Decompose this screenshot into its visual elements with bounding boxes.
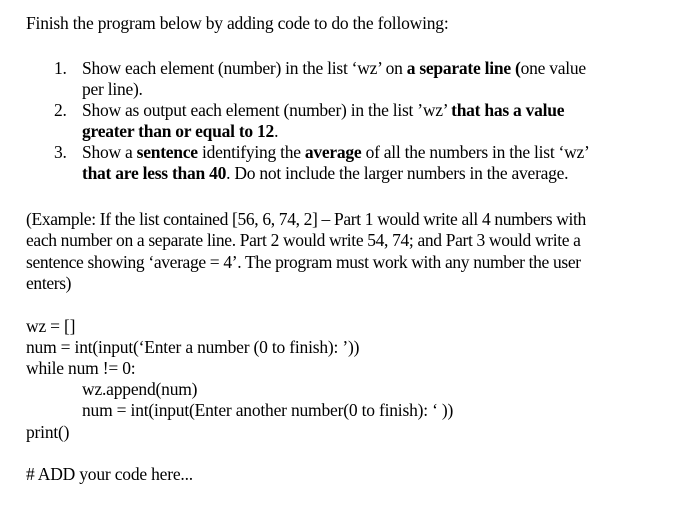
task-emphasis: that has a value (451, 100, 565, 120)
task-emphasis: sentence (136, 142, 198, 162)
code-line: print() (26, 422, 70, 442)
intro-text: Finish the program below by adding code … (26, 13, 449, 33)
task-number: 2. (54, 100, 67, 120)
task-number: 3. (54, 142, 67, 162)
code-line: num = int(input(Enter another number(0 t… (82, 400, 454, 420)
task-text: Show a (82, 142, 137, 162)
task-line: Show as output each element (number) in … (82, 100, 686, 121)
task-line: that are less than 40. Do not include th… (82, 163, 686, 184)
code-line: wz = [] (26, 316, 76, 336)
example-line: enters) (26, 272, 72, 293)
example-paragraph: (Example: If the list contained [56, 6, … (26, 209, 691, 294)
example-line: sentence showing ‘average = 4’. The prog… (26, 251, 581, 272)
code-line: num = int(input(‘Enter a number (0 to fi… (26, 337, 360, 357)
document-page: Finish the program below by adding code … (0, 0, 695, 506)
task-emphasis: average (304, 142, 362, 162)
task-line: greater than or equal to 12. (82, 121, 686, 142)
example-line: each number on a separate line. Part 2 w… (26, 230, 581, 251)
task-text: Show as output each element (number) in … (82, 100, 452, 120)
code-line: wz.append(num) (82, 379, 198, 399)
task-text: identifying the (197, 142, 305, 162)
code-line: while num != 0: (26, 358, 136, 378)
code-comment: # ADD your code here... (26, 464, 193, 484)
task-line: per line). (82, 79, 143, 99)
task-text: Show each element (number) in the list ‘… (82, 58, 407, 78)
task-text: . (274, 121, 279, 141)
example-line: (Example: If the list contained [56, 6, … (26, 209, 586, 229)
task-line: Show a sentence identifying the average … (82, 142, 686, 163)
task-emphasis: that are less than 40 (82, 163, 227, 183)
task-text: . Do not include the larger numbers in t… (226, 163, 569, 183)
task-text: one value (520, 58, 587, 78)
task-emphasis: greater than or equal to 12 (82, 121, 275, 141)
task-list: 1. Show each element (number) in the lis… (26, 58, 686, 184)
task-number: 1. (54, 58, 67, 78)
task-item: 2. Show as output each element (number) … (26, 100, 686, 142)
task-item: 1. Show each element (number) in the lis… (26, 58, 686, 100)
task-text: of all the numbers in the list ‘wz’ (361, 142, 590, 162)
task-emphasis: a separate line ( (406, 58, 521, 78)
task-item: 3. Show a sentence identifying the avera… (26, 142, 686, 184)
task-line: Show each element (number) in the list ‘… (82, 58, 686, 79)
